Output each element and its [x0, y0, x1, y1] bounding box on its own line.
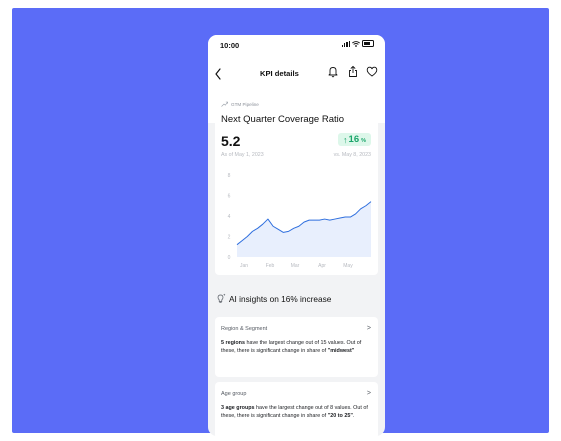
x-tick-label: May — [343, 263, 353, 269]
comparison-date: vs. May 8, 2023 — [333, 152, 371, 158]
insight-card-region[interactable]: Region & Segment > 5 regions have the la… — [215, 317, 378, 377]
chart-area-fill — [237, 201, 371, 257]
phone-screen: 10:00 KPI details GTM Pipeline Next Quar… — [208, 35, 385, 436]
x-tick-label: Mar — [291, 263, 300, 269]
heart-icon[interactable] — [366, 65, 378, 78]
x-tick-label: Feb — [266, 263, 275, 269]
chevron-right-icon: > — [366, 325, 371, 332]
up-arrow-icon: ↑ — [343, 134, 348, 145]
insight-text: 5 regions have the largest change out of… — [221, 340, 373, 356]
y-tick-label: 0 — [228, 255, 231, 261]
kpi-title: Next Quarter Coverage Ratio — [221, 114, 345, 125]
insight-tail: . — [352, 412, 355, 419]
status-time: 10:00 — [220, 41, 240, 50]
y-tick-label: 2 — [228, 234, 231, 240]
kpi-card: GTM Pipeline Next Quarter Coverage Ratio… — [215, 95, 378, 275]
page-title: KPI details — [260, 69, 299, 78]
change-unit: % — [361, 137, 366, 144]
change-badge: ↑ 16 % — [338, 133, 371, 146]
insight-text: 3 age groups have the largest change out… — [221, 405, 373, 421]
signal-icon — [341, 40, 350, 47]
chevron-right-icon: > — [366, 390, 371, 397]
backdrop: 10:00 KPI details GTM Pipeline Next Quar… — [12, 8, 549, 436]
status-bar: 10:00 — [208, 35, 385, 53]
status-icons — [341, 40, 374, 47]
insight-quote: "20 to 25" — [327, 412, 353, 419]
insight-highlight: 3 age groups — [221, 405, 255, 411]
share-icon[interactable] — [347, 65, 359, 78]
y-tick-label: 4 — [228, 214, 231, 220]
y-tick-label: 6 — [228, 193, 231, 199]
x-tick-label: Jan — [240, 263, 248, 269]
battery-icon — [362, 40, 374, 47]
wifi-icon — [352, 40, 360, 47]
insights-title: AI insights on 16% increase — [229, 293, 332, 304]
insight-heading: Age group — [221, 391, 247, 397]
insight-card-age[interactable]: Age group > 3 age groups have the larges… — [215, 382, 378, 436]
insights-header: AI insights on 16% increase — [215, 293, 331, 304]
back-arrow-icon[interactable] — [213, 67, 223, 81]
ai-sparkle-icon — [217, 293, 226, 303]
change-value: 16 — [348, 134, 360, 145]
insight-highlight: 5 regions — [221, 340, 245, 346]
breadcrumb-label: GTM Pipeline — [231, 101, 259, 107]
insight-quote: "midwest" — [327, 347, 355, 354]
as-of-date: As of May 1, 2023 — [221, 152, 264, 158]
kpi-trend-chart: 0 2 4 6 8 Jan Feb Mar Apr May — [228, 173, 372, 269]
insight-heading: Region & Segment — [221, 326, 268, 332]
bell-icon[interactable] — [327, 65, 339, 78]
x-tick-label: Apr — [318, 263, 326, 269]
trend-icon — [221, 101, 228, 107]
kpi-value: 5.2 — [221, 133, 241, 149]
y-tick-label: 8 — [228, 173, 231, 179]
breadcrumb: GTM Pipeline — [221, 101, 259, 107]
